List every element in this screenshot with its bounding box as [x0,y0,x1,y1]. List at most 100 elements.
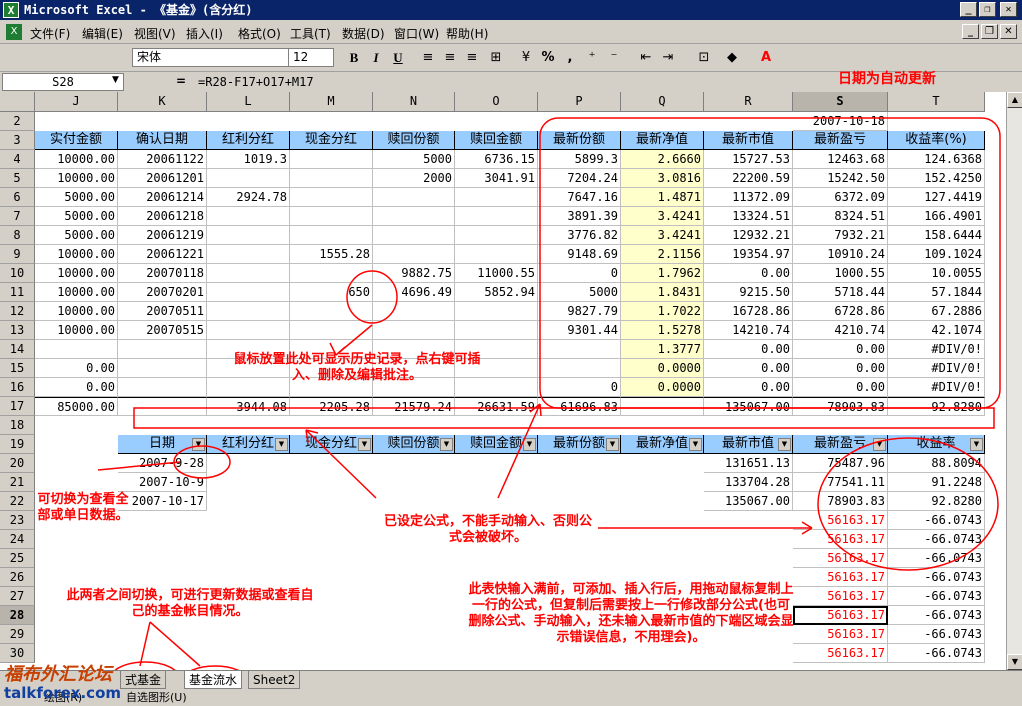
return-cell[interactable]: -66.0743 [888,511,985,530]
data-cell[interactable] [290,226,373,245]
align-center-icon[interactable]: ≡ [440,48,460,68]
data-cell[interactable] [290,150,373,169]
return-cell[interactable]: -66.0743 [888,568,985,587]
column-header[interactable]: M [290,92,373,112]
data-cell[interactable] [373,188,455,207]
select-all-corner[interactable] [0,92,35,112]
name-box[interactable]: S28 [2,73,124,91]
menu-data[interactable]: 数据(D) [342,25,385,42]
data-cell[interactable]: 0.00 [793,378,888,397]
total-cell[interactable]: 135067.00 [704,397,793,416]
data-cell[interactable]: 3041.91 [455,169,538,188]
column-header[interactable]: K [118,92,207,112]
filter-dropdown-icon[interactable]: ▼ [778,438,791,451]
menu-insert[interactable]: 插入(I) [186,25,223,42]
data-cell[interactable]: 5000 [538,283,621,302]
data-cell[interactable]: 2.6660 [621,150,704,169]
data-cell[interactable] [290,264,373,283]
data-cell[interactable] [373,226,455,245]
data-cell[interactable]: 5000.00 [35,226,118,245]
return-cell[interactable]: -66.0743 [888,530,985,549]
data-cell[interactable]: 3.4241 [621,226,704,245]
row-header[interactable]: 14 [0,340,35,359]
profit-cell[interactable]: 56163.17 [793,511,888,530]
row-header[interactable]: 11 [0,283,35,302]
data-cell[interactable]: 10000.00 [35,150,118,169]
tab-fund-flow[interactable]: 基金流水 [184,671,243,689]
workbook-icon[interactable]: X [6,24,22,40]
data-cell[interactable]: 5000 [373,150,455,169]
data-cell[interactable]: 20061214 [118,188,207,207]
total-cell[interactable]: 92.8280 [888,397,985,416]
merge-center-icon[interactable]: ⊞ [486,48,506,68]
data-cell[interactable] [35,340,118,359]
data-cell[interactable]: #DIV/0! [888,340,985,359]
data-cell[interactable]: 9882.75 [373,264,455,283]
data-cell[interactable] [455,226,538,245]
return-cell[interactable]: -66.0743 [888,606,985,625]
align-right-icon[interactable]: ≡ [462,48,482,68]
data-cell[interactable]: 9301.44 [538,321,621,340]
row-header[interactable]: 2 [0,112,35,131]
data-cell[interactable]: 5899.3 [538,150,621,169]
data-cell[interactable]: 0.00 [704,378,793,397]
data-cell[interactable]: 2924.78 [207,188,290,207]
percent-button[interactable]: % [538,48,558,68]
data-cell[interactable]: 1000.55 [793,264,888,283]
data-cell[interactable]: 10000.00 [35,283,118,302]
data-cell[interactable]: 67.2886 [888,302,985,321]
bold-button[interactable]: B [344,48,364,68]
align-left-icon[interactable]: ≡ [418,48,438,68]
formula-equals[interactable]: = [176,74,186,88]
menu-view[interactable]: 视图(V) [134,25,176,42]
filter-header[interactable]: 最新净值 ▼ [621,435,704,454]
restore-button[interactable]: ❐ [979,2,996,17]
data-cell[interactable] [207,245,290,264]
data-cell[interactable]: 0.00 [793,340,888,359]
data-cell[interactable] [455,207,538,226]
data-cell[interactable]: 152.4250 [888,169,985,188]
row-header[interactable]: 22 [0,492,35,511]
data-cell[interactable] [373,321,455,340]
data-cell[interactable] [290,321,373,340]
data-cell[interactable] [207,283,290,302]
column-header[interactable]: R [704,92,793,112]
close-button[interactable]: ✕ [1000,2,1017,17]
data-cell[interactable]: 4210.74 [793,321,888,340]
data-cell[interactable]: 5000.00 [35,188,118,207]
row-header[interactable]: 10 [0,264,35,283]
data-cell[interactable]: 9827.79 [538,302,621,321]
underline-button[interactable]: U [388,48,408,68]
data-cell[interactable]: 158.6444 [888,226,985,245]
row-header[interactable]: 4 [0,150,35,169]
data-cell[interactable]: 11372.09 [704,188,793,207]
filter-header[interactable]: 最新市值 ▼ [704,435,793,454]
data-cell[interactable]: 10000.00 [35,169,118,188]
profit-cell[interactable]: 56163.17 [793,568,888,587]
profit-cell[interactable]: 56163.17 [793,606,888,625]
font-color-icon[interactable]: A [756,48,776,68]
data-cell[interactable]: 5000.00 [35,207,118,226]
data-cell[interactable]: 4696.49 [373,283,455,302]
filter-dropdown-icon[interactable]: ▼ [873,438,886,451]
font-size-select[interactable]: 12 [288,48,334,67]
data-cell[interactable] [373,302,455,321]
data-cell[interactable]: 166.4901 [888,207,985,226]
data-cell[interactable]: 2000 [373,169,455,188]
data-cell[interactable] [118,359,207,378]
return-cell[interactable]: -66.0743 [888,549,985,568]
data-cell[interactable]: 5718.44 [793,283,888,302]
total-cell[interactable] [118,397,207,416]
data-cell[interactable] [207,302,290,321]
data-cell[interactable]: 57.1844 [888,283,985,302]
total-cell[interactable] [621,397,704,416]
doc-minimize-button[interactable]: _ [962,24,979,39]
profit-cell[interactable]: 56163.17 [793,625,888,644]
column-header[interactable]: L [207,92,290,112]
data-cell[interactable]: 2.1156 [621,245,704,264]
return-cell[interactable]: -66.0743 [888,644,985,663]
total-cell[interactable]: 26631.59 [455,397,538,416]
data-cell[interactable] [455,302,538,321]
data-cell[interactable] [290,302,373,321]
chevron-down-icon[interactable]: ▼ [112,75,119,85]
